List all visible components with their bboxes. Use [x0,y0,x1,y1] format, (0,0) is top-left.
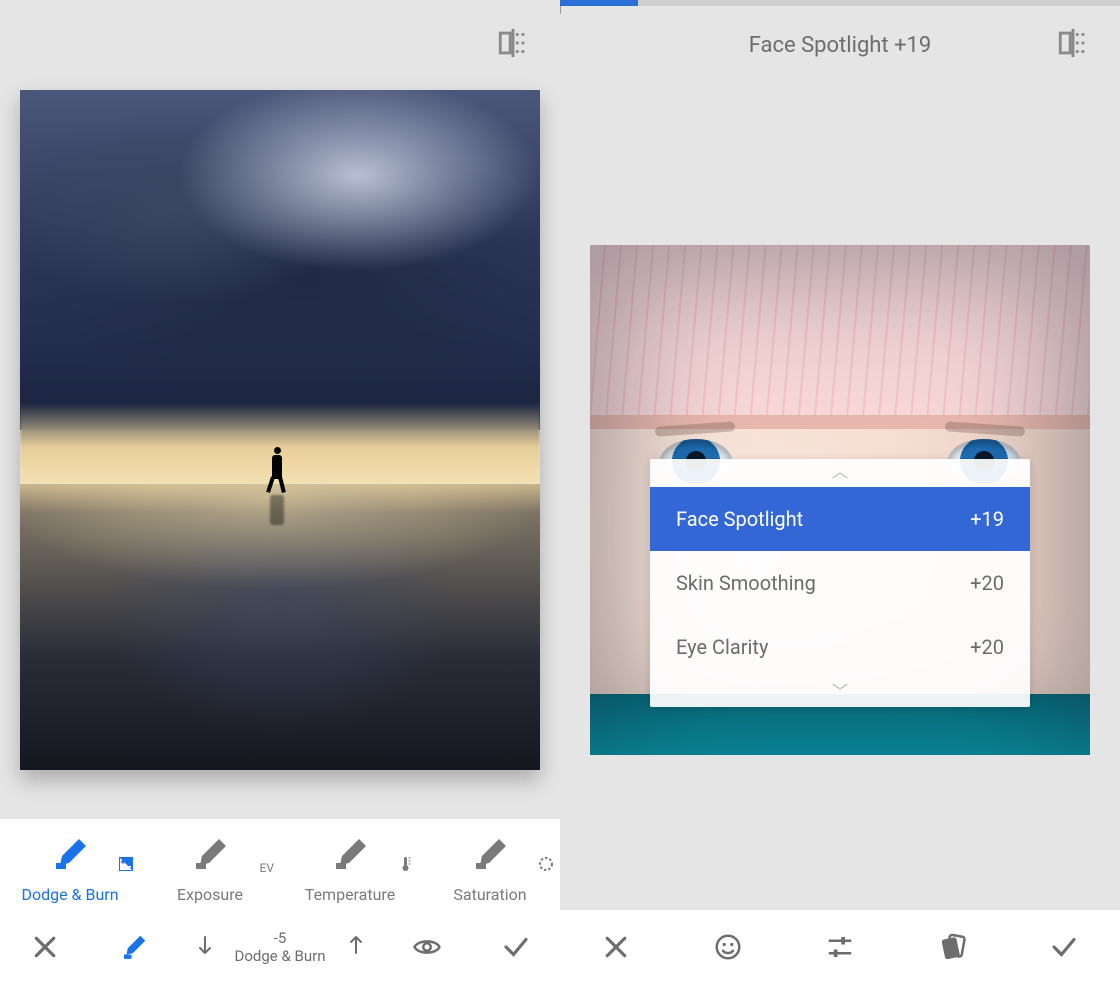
chevron-down-icon[interactable]: ﹀ [650,679,1030,707]
menu-item-label: Skin Smoothing [676,571,816,595]
adjustment-menu[interactable]: ︿ Face Spotlight +19 Skin Smoothing +20 … [650,459,1030,707]
stepper-label: Dodge & Burn [235,947,326,965]
brush-option-label: Saturation [430,885,550,904]
value-stepper: -5 Dodge & Burn [193,929,368,965]
compare-icon[interactable] [496,26,530,64]
face-button[interactable] [698,923,758,971]
photo-beach-silhouette [20,90,540,770]
stepper-value: -5 [235,929,326,947]
editor-panel-portrait: Face Spotlight +19 ︿ Face Spotlight +19 … [560,0,1120,984]
editor-panel-brush: Dodge & Burn EV Exposure Temperature [0,0,560,984]
brush-option-label: Dodge & Burn [10,885,130,904]
cancel-button[interactable] [15,923,75,971]
menu-item-value: +19 [970,507,1004,531]
image-canvas-right[interactable]: ︿ Face Spotlight +19 Skin Smoothing +20 … [560,90,1120,910]
cancel-button[interactable] [586,923,646,971]
sliders-button[interactable] [810,923,870,971]
menu-item-eye-clarity[interactable]: Eye Clarity +20 [650,615,1030,679]
thermometer-icon [398,856,414,875]
brush-option-saturation[interactable]: Saturation [430,833,550,904]
brush-option-label: Exposure [150,885,270,904]
apply-button[interactable] [1034,923,1094,971]
apply-button[interactable] [486,923,546,971]
compare-icon[interactable] [1056,26,1090,64]
adjustment-title: Face Spotlight +19 [560,33,1120,58]
stepper-labels: -5 Dodge & Burn [235,929,326,965]
dodge-burn-sub-icon [118,856,134,875]
menu-item-face-spotlight[interactable]: Face Spotlight +19 [650,487,1030,551]
bottombar-left: -5 Dodge & Burn [0,910,560,984]
photo-baby-portrait: ︿ Face Spotlight +19 Skin Smoothing +20 … [590,245,1090,755]
topbar-left [0,0,560,90]
exposure-sub-text: EV [260,861,274,875]
decrease-button[interactable] [193,933,217,961]
menu-item-value: +20 [970,635,1004,659]
image-canvas-left[interactable] [0,90,560,790]
brush-options-row: Dodge & Burn EV Exposure Temperature [0,819,560,910]
menu-item-label: Eye Clarity [676,635,768,659]
brush-option-exposure[interactable]: EV Exposure [150,833,270,904]
brush-tool-button[interactable] [104,923,164,971]
brush-option-label: Temperature [290,885,410,904]
aperture-icon [538,856,554,875]
increase-button[interactable] [344,933,368,961]
menu-item-label: Face Spotlight [676,507,803,531]
menu-item-value: +20 [970,571,1004,595]
chevron-up-icon[interactable]: ︿ [650,459,1030,487]
mask-view-button[interactable] [397,923,457,971]
menu-item-skin-smoothing[interactable]: Skin Smoothing +20 [650,551,1030,615]
brush-option-temperature[interactable]: Temperature [290,833,410,904]
styles-button[interactable] [922,923,982,971]
brush-option-dodge-burn[interactable]: Dodge & Burn [10,833,130,904]
topbar-right: Face Spotlight +19 [560,0,1120,90]
bottombar-right [560,910,1120,984]
silhouette-figure [264,447,290,507]
